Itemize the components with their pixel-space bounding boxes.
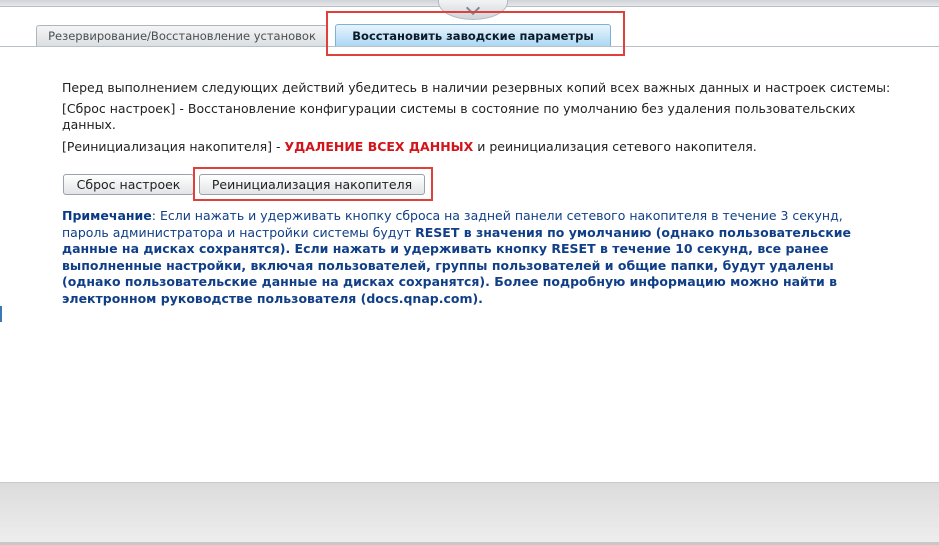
reset-settings-button[interactable]: Сброс настроек xyxy=(63,174,194,195)
delete-all-data-warning: УДАЛЕНИЕ ВСЕХ ДАННЫХ xyxy=(284,139,474,154)
note-label: Примечание xyxy=(62,208,152,223)
chevron-down-icon xyxy=(465,0,481,16)
tab-divider xyxy=(0,46,939,47)
reinit-suffix: и реинициализация сетевого накопителя. xyxy=(473,139,757,154)
intro-text: Перед выполнением следующих действий убе… xyxy=(62,80,891,95)
reinitialize-drive-button[interactable]: Реинициализация накопителя xyxy=(199,174,425,195)
reinit-prefix: [Реинициализация накопителя] - xyxy=(62,139,285,154)
collapse-handle[interactable] xyxy=(438,0,508,20)
reinit-description: [Реинициализация накопителя] - УДАЛЕНИЕ … xyxy=(62,139,922,155)
note-text: Примечание: Если нажать и удерживать кно… xyxy=(62,208,892,308)
tab-backup-restore[interactable]: Резервирование/Восстановление установок xyxy=(36,25,328,46)
left-edge-marker xyxy=(0,306,2,322)
footer-bar xyxy=(0,482,939,545)
tab-restore-factory[interactable]: Восстановить заводские параметры xyxy=(335,24,611,47)
reset-description: [Сброс настроек] - Восстановление конфиг… xyxy=(62,101,856,132)
